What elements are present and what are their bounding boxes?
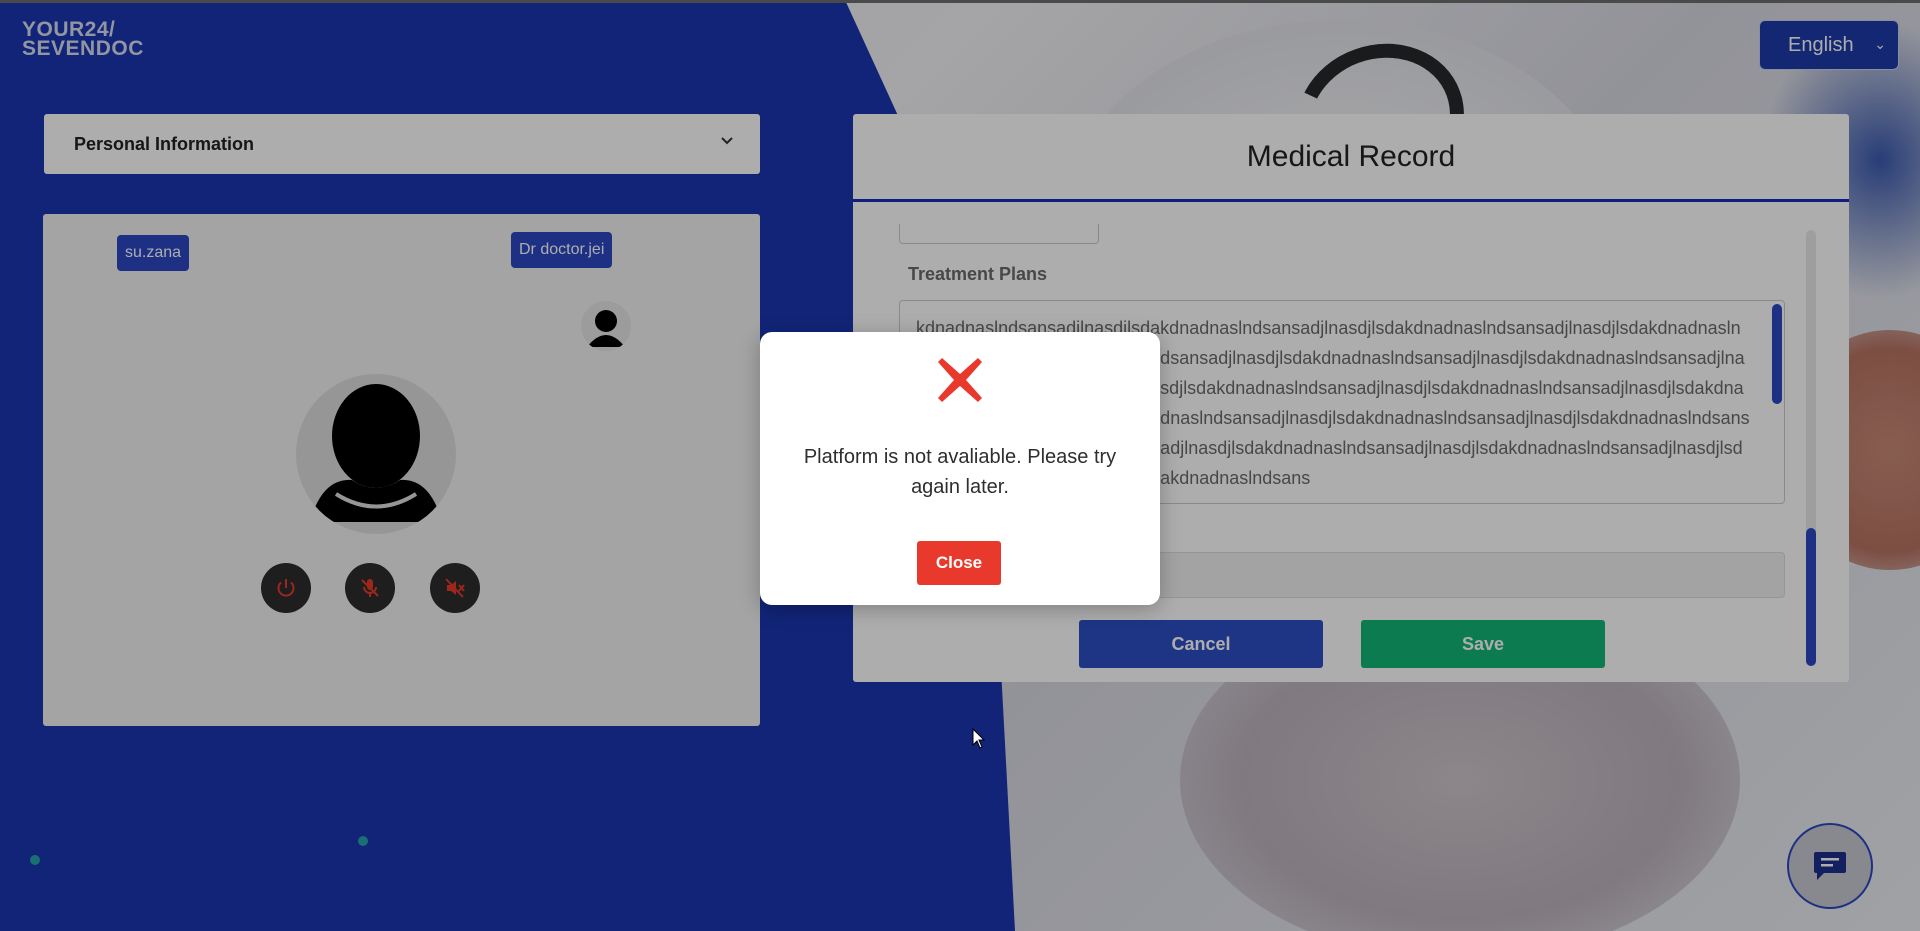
close-button[interactable]: Close — [917, 541, 1001, 585]
app-screen: YOUR24/ SEVENDOC English ⌄ Personal Info… — [0, 0, 1920, 931]
error-dialog: Platform is not avaliable. Please try ag… — [760, 332, 1160, 605]
mouse-cursor-icon — [972, 728, 986, 749]
error-message: Platform is not avaliable. Please try ag… — [803, 446, 1117, 498]
error-x-icon — [938, 358, 982, 402]
